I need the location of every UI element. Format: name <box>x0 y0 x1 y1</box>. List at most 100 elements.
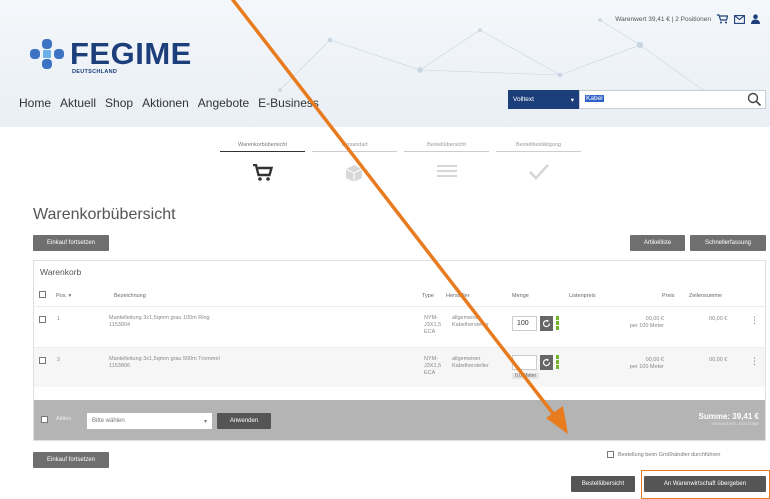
row-name-text: Mantelleitung 3x1,5qmm grau 100m Ring <box>109 315 210 321</box>
list-icon <box>437 165 457 177</box>
continue-shopping-top-button[interactable]: Einkauf fortsetzen <box>33 235 109 251</box>
row-pos: 2 <box>57 357 61 363</box>
row-price-unit: per 100 Meter <box>629 364 664 371</box>
nav-home[interactable]: Home <box>19 96 51 110</box>
nav-aktuell[interactable]: Aktuell <box>60 96 96 110</box>
row-number: 1153804 <box>109 322 131 329</box>
refresh-quantity-button[interactable] <box>540 316 553 331</box>
search-query: Kabel <box>585 95 604 102</box>
footer-select-all-checkbox[interactable] <box>41 416 48 423</box>
main-nav: Home Aktuell Shop Aktionen Angebote E-Bu… <box>19 96 319 110</box>
wholesaler-order-checkbox[interactable] <box>607 451 614 458</box>
quick-entry-button[interactable]: Schnellerfassung <box>690 235 766 251</box>
table-row: 1 Mantelleitung 3x1,5qmm grau 100m Ring … <box>34 306 765 346</box>
step-cart[interactable]: Warenkorbübersicht <box>220 142 305 181</box>
step-shipping[interactable]: Versandart <box>312 142 397 182</box>
logo-wordmark: FEGIME <box>70 36 192 71</box>
row-name[interactable]: Mantelleitung 3x1,5qmm grau 500m Trommel… <box>109 356 220 370</box>
cart-title: Warenkorb <box>40 267 82 277</box>
row-type: NYM- J3X1,5 ECA <box>424 315 441 336</box>
bulk-action-label: Aktion <box>56 416 72 422</box>
row-pos: 1 <box>57 316 61 322</box>
row-number: 1153806 <box>109 363 131 370</box>
row-price-value: 00,00 € <box>645 357 664 363</box>
mail-icon[interactable] <box>734 14 745 24</box>
row-maker-line: allgemeiner <box>452 356 481 362</box>
quantity-input[interactable] <box>512 355 537 370</box>
nav-e-business[interactable]: E-Business <box>258 96 319 110</box>
article-list-button[interactable]: Artikelliste <box>630 235 685 251</box>
step-label: Versandart <box>312 142 397 152</box>
site-header: Warenwert 39,41 € | 2 Positionen FEGIME … <box>0 0 770 127</box>
column-header-type: Type <box>422 293 434 299</box>
search-scope-select[interactable]: Volltext ▾ <box>508 90 579 109</box>
user-icon[interactable] <box>751 14 760 24</box>
column-header-label: Pos. <box>56 293 68 299</box>
wholesaler-order-option[interactable]: Bestellung beim Großhändler durchführen <box>607 451 720 458</box>
row-type-line: J3X1,5 <box>424 322 442 329</box>
cart-summary[interactable]: Warenwert 39,41 € | 2 Positionen <box>615 16 711 23</box>
column-header-pos[interactable]: Pos. ▾ <box>56 293 71 299</box>
nav-aktionen[interactable]: Aktionen <box>142 96 189 110</box>
row-type-line: NYM- <box>424 315 439 321</box>
cart-sum: Summe: 39,41 € Versand inkl. Zuschläge <box>699 412 759 426</box>
cart-icon[interactable] <box>717 14 728 24</box>
row-line-total: 00,00 € <box>709 316 728 322</box>
row-maker: allgemeiner Kabelhersteller <box>452 356 489 370</box>
select-all-checkbox[interactable] <box>39 291 46 298</box>
row-checkbox[interactable] <box>39 357 46 364</box>
step-label: Bestellübersicht <box>404 142 489 152</box>
fegime-logo[interactable]: FEGIME DEUTSCHLAND <box>30 36 192 75</box>
row-maker-line: Kabelhersteller <box>452 363 489 370</box>
page-title: Warenkorbübersicht <box>33 206 176 223</box>
row-menu-icon[interactable]: ⋮ <box>750 315 759 327</box>
quantity-input[interactable]: 100 <box>512 316 537 331</box>
package-icon <box>345 165 363 182</box>
nav-angebote[interactable]: Angebote <box>198 96 249 110</box>
row-menu-icon[interactable]: ⋮ <box>750 356 759 368</box>
cart-sum-value: Summe: 39,41 € <box>698 412 759 421</box>
column-header-qty: Menge <box>512 293 529 299</box>
nav-shop[interactable]: Shop <box>105 96 133 110</box>
row-maker: allgemeiner Kabelhersteller <box>452 315 489 329</box>
apply-button[interactable]: Anwenden <box>217 413 271 429</box>
row-line-total: 00,00 € <box>709 357 728 363</box>
refresh-quantity-button[interactable] <box>540 355 553 370</box>
step-overview[interactable]: Bestellübersicht <box>404 142 489 177</box>
order-overview-button[interactable]: Bestellübersicht <box>571 476 635 492</box>
wholesaler-order-label: Bestellung beim Großhändler durchführen <box>618 451 721 458</box>
logo-mark-icon <box>30 38 64 69</box>
continue-shopping-bottom-button[interactable]: Einkauf fortsetzen <box>33 452 109 468</box>
row-name-text: Mantelleitung 3x1,5qmm grau 500m Trommel <box>109 356 220 362</box>
highlight-frame <box>641 470 770 499</box>
step-label: Bestellbestätigung <box>496 142 581 152</box>
search-bar: Volltext ▾ Kabel <box>508 90 766 109</box>
step-label: Warenkorbübersicht <box>220 142 305 152</box>
chevron-down-icon: ▾ <box>203 418 207 425</box>
column-header-line-total: Zeilensumme <box>689 293 723 299</box>
search-input[interactable]: Kabel <box>579 90 766 109</box>
bulk-action-value: Bitte wählen <box>92 418 125 424</box>
column-header-price: Preis <box>662 293 675 299</box>
header-topbar: Warenwert 39,41 € | 2 Positionen <box>615 14 760 24</box>
column-header-list-price: Listenpreis <box>569 293 596 299</box>
column-header-maker: Hersteller <box>446 293 470 299</box>
row-name[interactable]: Mantelleitung 3x1,5qmm grau 100m Ring 11… <box>109 315 210 329</box>
search-icon[interactable] <box>747 92 762 107</box>
row-checkbox[interactable] <box>39 316 46 323</box>
search-scope-value: Volltext <box>513 96 534 103</box>
refresh-icon <box>542 358 551 367</box>
row-price-value: 00,00 € <box>645 316 664 322</box>
cart-table: Warenkorb Pos. ▾ Bezeichnung Type Herste… <box>33 260 766 441</box>
cart-footer: Aktion Bitte wählen ▾ Anwenden Summe: 39… <box>34 400 765 440</box>
row-price-unit: per 100 Meter <box>629 323 664 330</box>
row-type-line: NYM- <box>424 356 439 362</box>
cart-sum-note: Versand inkl. Zuschläge <box>711 421 759 426</box>
bulk-action-select[interactable]: Bitte wählen ▾ <box>87 413 212 429</box>
step-confirmation[interactable]: Bestellbestätigung <box>496 142 581 180</box>
checkout-steps: Warenkorbübersicht Versandart Bestellübe… <box>220 142 581 192</box>
column-header-name: Bezeichnung <box>114 293 146 299</box>
cart-icon <box>253 164 273 181</box>
row-type-line: J3X1,5 <box>424 363 442 370</box>
chevron-down-icon: ▾ <box>570 96 574 104</box>
